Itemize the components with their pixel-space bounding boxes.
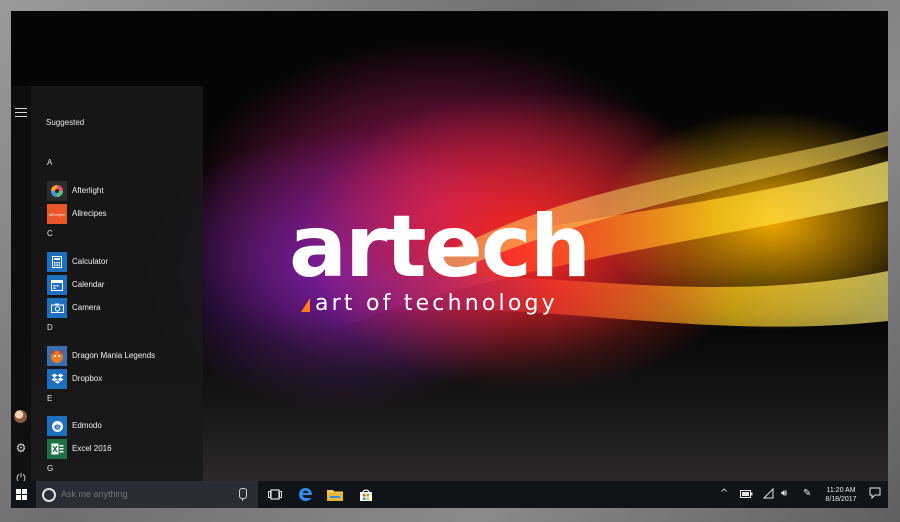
app-item-dropbox[interactable]: Dropbox: [47, 369, 197, 389]
edmodo-icon: [47, 416, 67, 436]
start-menu-app-list: Suggested A Afterlight allrecipes Allrecipe…: [31, 86, 203, 481]
taskbar: ^ 🔊︎ ✎ 11:20 AM 8/18/2017: [11, 481, 888, 508]
file-explorer-icon: [327, 490, 343, 501]
app-item-afterlight[interactable]: Afterlight: [47, 181, 197, 201]
task-view-button[interactable]: [261, 481, 289, 508]
allrecipes-icon: allrecipes: [47, 204, 67, 224]
artech-logo: artech art of technology: [289, 199, 609, 319]
dropbox-icon: [47, 369, 67, 389]
afterlight-icon: [47, 181, 67, 201]
store-button[interactable]: [352, 481, 380, 508]
app-item-dragon-mania-legends[interactable]: Dragon Mania Legends: [47, 346, 197, 366]
logo-accent-mark: [301, 298, 310, 312]
app-label: Calculator: [72, 257, 109, 266]
section-letter-c[interactable]: C: [47, 229, 53, 238]
logo-tagline: art of technology: [315, 291, 558, 316]
microphone-icon[interactable]: [239, 488, 247, 499]
dragon-mania-icon: [47, 346, 67, 366]
section-letter-g[interactable]: G: [47, 464, 53, 473]
battery-glyph: [740, 490, 753, 498]
calculator-icon: [47, 252, 67, 272]
store-icon: [360, 489, 372, 501]
wifi-glyph: [762, 487, 774, 499]
action-center-icon[interactable]: [869, 487, 881, 504]
task-view-icon: [268, 489, 282, 500]
user-avatar[interactable]: [14, 410, 27, 423]
windows-logo-icon: [15, 489, 27, 500]
start-menu-rail: ⚙ ⏻: [11, 86, 31, 485]
app-item-camera[interactable]: Camera: [47, 298, 197, 318]
hamburger-menu-icon[interactable]: [15, 108, 27, 118]
app-label: Calendar: [72, 280, 105, 289]
battery-icon[interactable]: [740, 489, 753, 503]
logo-wordmark: artech: [289, 197, 591, 297]
notification-glyph: [869, 487, 881, 500]
clock-time: 11:20 AM: [826, 487, 856, 494]
wifi-icon[interactable]: [762, 487, 774, 504]
app-item-calculator[interactable]: Calculator: [47, 252, 197, 272]
settings-gear-icon[interactable]: ⚙: [13, 440, 29, 456]
app-label: Camera: [72, 303, 101, 312]
section-letter-a[interactable]: A: [47, 158, 52, 167]
allrecipes-wordmark: allrecipes: [49, 211, 65, 217]
edge-button[interactable]: [291, 481, 319, 508]
cortana-search-box[interactable]: [36, 481, 258, 508]
search-input[interactable]: [61, 489, 211, 499]
cortana-icon: [42, 488, 56, 502]
chevron-up-icon[interactable]: ^: [720, 487, 728, 501]
app-label: Dropbox: [72, 374, 103, 383]
pen-icon[interactable]: ✎: [803, 487, 811, 501]
section-letter-e[interactable]: E: [47, 394, 52, 403]
app-item-allrecipes[interactable]: allrecipes Allrecipes: [47, 204, 197, 224]
calendar-icon: [47, 275, 67, 295]
excel-icon: [47, 439, 67, 459]
app-label: Excel 2016: [72, 444, 112, 453]
microphone-stem: [242, 498, 243, 501]
start-button[interactable]: [11, 481, 31, 508]
app-item-calendar[interactable]: Calendar: [47, 275, 197, 295]
desktop-screen: artech art of technology ⚙ ⏻ Suggested A…: [11, 11, 888, 508]
app-item-edmodo[interactable]: Edmodo: [47, 416, 197, 436]
system-clock[interactable]: 11:20 AM 8/18/2017: [821, 486, 861, 504]
app-item-excel-2016[interactable]: Excel 2016: [47, 439, 197, 459]
app-label: Dragon Mania Legends: [72, 351, 156, 360]
camera-icon: [47, 298, 67, 318]
app-label: Allrecipes: [72, 209, 107, 218]
section-letter-d[interactable]: D: [47, 323, 53, 332]
file-explorer-button[interactable]: [321, 481, 349, 508]
app-label: Edmodo: [72, 421, 102, 430]
clock-date: 8/18/2017: [825, 496, 857, 503]
volume-icon[interactable]: 🔊︎: [781, 487, 787, 501]
suggested-header: Suggested: [46, 118, 85, 127]
app-label: Afterlight: [72, 186, 104, 195]
edge-icon: [298, 488, 312, 501]
